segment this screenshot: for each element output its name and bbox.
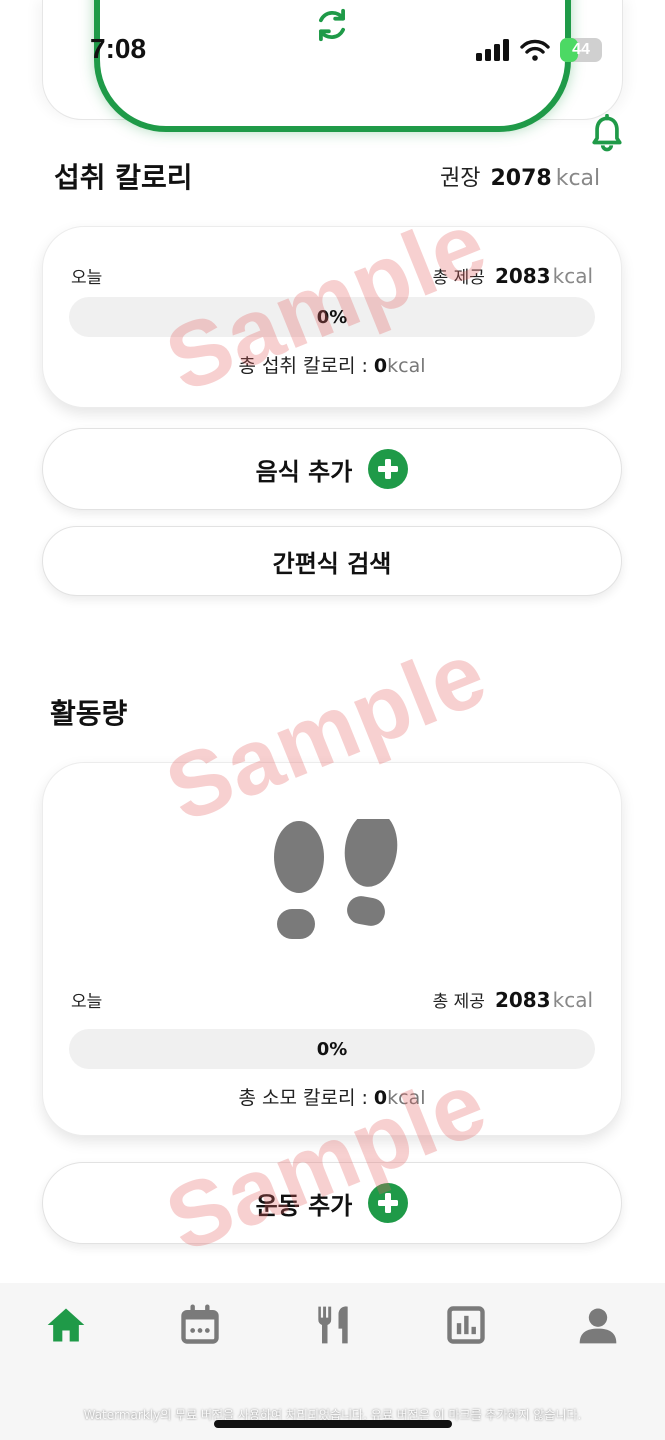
activity-progress-bar: 0%: [69, 1029, 595, 1069]
intake-card: 오늘 총 제공 2083 kcal 0% 총 섭취 칼로리 : 0kcal: [42, 226, 622, 408]
activity-total-unit: kcal: [387, 1087, 426, 1109]
intake-day-label: 오늘: [71, 268, 103, 288]
intake-provide-label: 총 제공: [432, 268, 485, 288]
wifi-icon: [520, 39, 550, 61]
home-icon: [47, 1308, 85, 1342]
activity-progress-text: 0%: [316, 1038, 348, 1060]
recommended-unit: kcal: [555, 166, 601, 191]
add-food-label: 음식 추가: [255, 457, 353, 486]
nav-home[interactable]: [44, 1303, 88, 1347]
intake-total-value: 0: [373, 355, 388, 377]
activity-section-title: 활동량: [50, 697, 128, 730]
bell-icon[interactable]: [590, 114, 624, 154]
home-indicator: [214, 1420, 452, 1428]
snack-search-button[interactable]: 간편식 검색: [42, 526, 622, 596]
signal-icon: [476, 39, 509, 61]
intake-provide: 총 제공 2083 kcal: [433, 263, 593, 288]
activity-provide-unit: kcal: [552, 988, 593, 1012]
nav-stats[interactable]: [444, 1303, 488, 1347]
activity-provide: 총 제공 2083 kcal: [433, 987, 593, 1012]
nav-calendar[interactable]: [178, 1303, 222, 1347]
recommended-label: 권장: [440, 166, 481, 191]
activity-provide-value: 2083: [494, 988, 551, 1012]
battery-level: 44: [572, 41, 590, 58]
activity-provide-label: 총 제공: [432, 992, 485, 1012]
activity-card: 오늘 총 제공 2083 kcal 0% 총 소모 칼로리 : 0kcal: [42, 762, 622, 1136]
intake-progress-text: 0%: [316, 306, 348, 328]
refresh-icon[interactable]: [313, 6, 351, 44]
intake-total-unit: kcal: [387, 355, 426, 377]
intake-total: 총 섭취 칼로리 : 0kcal: [43, 351, 621, 378]
profile-icon: [579, 1308, 617, 1344]
activity-total-label: 총 소모 칼로리 :: [238, 1087, 374, 1109]
intake-section-title: 섭취 칼로리: [54, 161, 193, 194]
utensils-icon: [318, 1306, 348, 1344]
footsteps-icon: [274, 819, 398, 939]
recommended-value: 2078: [490, 166, 552, 191]
nav-food[interactable]: [311, 1303, 355, 1347]
recommended-calories: 권장 2078 kcal: [440, 160, 600, 192]
activity-total: 총 소모 칼로리 : 0kcal: [43, 1083, 621, 1110]
battery-icon: 44: [560, 38, 602, 62]
status-time: 7:08: [90, 33, 147, 64]
add-food-button[interactable]: 음식 추가: [42, 428, 622, 510]
intake-provide-value: 2083: [494, 264, 551, 288]
plus-circle-icon: [368, 449, 409, 489]
intake-progress-bar: 0%: [69, 297, 595, 337]
add-exercise-button[interactable]: 운동 추가: [42, 1162, 622, 1244]
intake-total-label: 총 섭취 칼로리 :: [238, 355, 374, 377]
nav-profile[interactable]: [576, 1303, 620, 1347]
activity-day-label: 오늘: [71, 992, 103, 1012]
intake-provide-unit: kcal: [552, 264, 593, 288]
snack-search-label: 간편식 검색: [272, 549, 392, 578]
calendar-icon: [181, 1304, 219, 1344]
activity-total-value: 0: [373, 1087, 388, 1109]
plus-circle-icon: [368, 1183, 409, 1223]
chart-icon: [447, 1306, 485, 1344]
add-exercise-label: 운동 추가: [255, 1191, 353, 1220]
status-icons: 44: [476, 36, 602, 64]
